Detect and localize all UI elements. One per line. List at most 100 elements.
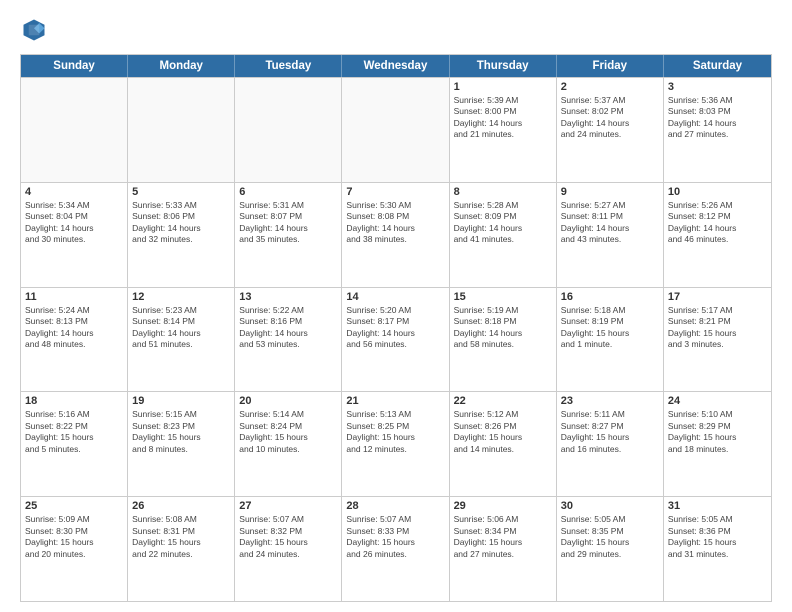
- date-number: 1: [454, 81, 552, 93]
- calendar-day-29: 29 Sunrise: 5:06 AM Sunset: 8:34 PM Dayli…: [450, 497, 557, 601]
- calendar-day-12: 12 Sunrise: 5:23 AM Sunset: 8:14 PM Dayli…: [128, 288, 235, 392]
- calendar-day-20: 20 Sunrise: 5:14 AM Sunset: 8:24 PM Dayli…: [235, 392, 342, 496]
- date-number: 18: [25, 395, 123, 407]
- cell-info: Sunrise: 5:11 AM Sunset: 8:27 PM Dayligh…: [561, 409, 659, 455]
- date-number: 5: [132, 186, 230, 198]
- calendar-day-empty: [342, 78, 449, 182]
- cell-info: Sunrise: 5:19 AM Sunset: 8:18 PM Dayligh…: [454, 305, 552, 351]
- cell-info: Sunrise: 5:36 AM Sunset: 8:03 PM Dayligh…: [668, 95, 767, 141]
- header: [20, 16, 772, 44]
- day-header-saturday: Saturday: [664, 55, 771, 77]
- cell-info: Sunrise: 5:08 AM Sunset: 8:31 PM Dayligh…: [132, 514, 230, 560]
- date-number: 4: [25, 186, 123, 198]
- date-number: 29: [454, 500, 552, 512]
- date-number: 13: [239, 291, 337, 303]
- date-number: 2: [561, 81, 659, 93]
- calendar-day-1: 1Sunrise: 5:39 AM Sunset: 8:00 PM Daylig…: [450, 78, 557, 182]
- date-number: 24: [668, 395, 767, 407]
- day-header-sunday: Sunday: [21, 55, 128, 77]
- day-header-tuesday: Tuesday: [235, 55, 342, 77]
- calendar-day-22: 22 Sunrise: 5:12 AM Sunset: 8:26 PM Dayli…: [450, 392, 557, 496]
- cell-info: Sunrise: 5:28 AM Sunset: 8:09 PM Dayligh…: [454, 200, 552, 246]
- calendar-body: 1Sunrise: 5:39 AM Sunset: 8:00 PM Daylig…: [21, 77, 771, 601]
- calendar-day-25: 25Sunrise: 5:09 AM Sunset: 8:30 PM Dayli…: [21, 497, 128, 601]
- day-header-wednesday: Wednesday: [342, 55, 449, 77]
- cell-info: Sunrise: 5:10 AM Sunset: 8:29 PM Dayligh…: [668, 409, 767, 455]
- cell-info: Sunrise: 5:16 AM Sunset: 8:22 PM Dayligh…: [25, 409, 123, 455]
- cell-info: Sunrise: 5:31 AM Sunset: 8:07 PM Dayligh…: [239, 200, 337, 246]
- calendar-day-5: 5 Sunrise: 5:33 AM Sunset: 8:06 PM Daylig…: [128, 183, 235, 287]
- cell-info: Sunrise: 5:06 AM Sunset: 8:34 PM Dayligh…: [454, 514, 552, 560]
- cell-info: Sunrise: 5:30 AM Sunset: 8:08 PM Dayligh…: [346, 200, 444, 246]
- date-number: 25: [25, 500, 123, 512]
- calendar-day-empty: [21, 78, 128, 182]
- calendar-row-4: 18 Sunrise: 5:16 AM Sunset: 8:22 PM Dayli…: [21, 391, 771, 496]
- cell-info: Sunrise: 5:37 AM Sunset: 8:02 PM Dayligh…: [561, 95, 659, 141]
- calendar-day-27: 27 Sunrise: 5:07 AM Sunset: 8:32 PM Dayli…: [235, 497, 342, 601]
- date-number: 30: [561, 500, 659, 512]
- cell-info: Sunrise: 5:05 AM Sunset: 8:35 PM Dayligh…: [561, 514, 659, 560]
- date-number: 16: [561, 291, 659, 303]
- calendar-row-2: 4 Sunrise: 5:34 AM Sunset: 8:04 PM Daylig…: [21, 182, 771, 287]
- date-number: 3: [668, 81, 767, 93]
- calendar-day-23: 23 Sunrise: 5:11 AM Sunset: 8:27 PM Dayli…: [557, 392, 664, 496]
- date-number: 26: [132, 500, 230, 512]
- date-number: 23: [561, 395, 659, 407]
- cell-info: Sunrise: 5:33 AM Sunset: 8:06 PM Dayligh…: [132, 200, 230, 246]
- calendar-day-28: 28 Sunrise: 5:07 AM Sunset: 8:33 PM Dayli…: [342, 497, 449, 601]
- cell-info: Sunrise: 5:17 AM Sunset: 8:21 PM Dayligh…: [668, 305, 767, 351]
- date-number: 27: [239, 500, 337, 512]
- date-number: 8: [454, 186, 552, 198]
- calendar-row-5: 25Sunrise: 5:09 AM Sunset: 8:30 PM Dayli…: [21, 496, 771, 601]
- calendar-row-3: 11 Sunrise: 5:24 AM Sunset: 8:13 PM Dayli…: [21, 287, 771, 392]
- date-number: 9: [561, 186, 659, 198]
- cell-info: Sunrise: 5:20 AM Sunset: 8:17 PM Dayligh…: [346, 305, 444, 351]
- calendar-day-15: 15 Sunrise: 5:19 AM Sunset: 8:18 PM Dayli…: [450, 288, 557, 392]
- cell-info: Sunrise: 5:07 AM Sunset: 8:33 PM Dayligh…: [346, 514, 444, 560]
- date-number: 21: [346, 395, 444, 407]
- date-number: 12: [132, 291, 230, 303]
- cell-info: Sunrise: 5:23 AM Sunset: 8:14 PM Dayligh…: [132, 305, 230, 351]
- logo-icon: [20, 16, 48, 44]
- date-number: 20: [239, 395, 337, 407]
- calendar-day-24: 24 Sunrise: 5:10 AM Sunset: 8:29 PM Dayli…: [664, 392, 771, 496]
- date-number: 31: [668, 500, 767, 512]
- calendar-day-2: 2 Sunrise: 5:37 AM Sunset: 8:02 PM Daylig…: [557, 78, 664, 182]
- calendar-row-1: 1Sunrise: 5:39 AM Sunset: 8:00 PM Daylig…: [21, 77, 771, 182]
- cell-info: Sunrise: 5:34 AM Sunset: 8:04 PM Dayligh…: [25, 200, 123, 246]
- date-number: 6: [239, 186, 337, 198]
- logo: [20, 16, 52, 44]
- calendar: SundayMondayTuesdayWednesdayThursdayFrid…: [20, 54, 772, 602]
- calendar-day-11: 11 Sunrise: 5:24 AM Sunset: 8:13 PM Dayli…: [21, 288, 128, 392]
- date-number: 14: [346, 291, 444, 303]
- date-number: 15: [454, 291, 552, 303]
- cell-info: Sunrise: 5:13 AM Sunset: 8:25 PM Dayligh…: [346, 409, 444, 455]
- cell-info: Sunrise: 5:14 AM Sunset: 8:24 PM Dayligh…: [239, 409, 337, 455]
- calendar-day-7: 7 Sunrise: 5:30 AM Sunset: 8:08 PM Daylig…: [342, 183, 449, 287]
- date-number: 11: [25, 291, 123, 303]
- page: SundayMondayTuesdayWednesdayThursdayFrid…: [0, 0, 792, 612]
- cell-info: Sunrise: 5:22 AM Sunset: 8:16 PM Dayligh…: [239, 305, 337, 351]
- calendar-day-4: 4 Sunrise: 5:34 AM Sunset: 8:04 PM Daylig…: [21, 183, 128, 287]
- day-header-monday: Monday: [128, 55, 235, 77]
- date-number: 17: [668, 291, 767, 303]
- calendar-day-16: 16Sunrise: 5:18 AM Sunset: 8:19 PM Dayli…: [557, 288, 664, 392]
- calendar-day-10: 10Sunrise: 5:26 AM Sunset: 8:12 PM Dayli…: [664, 183, 771, 287]
- cell-info: Sunrise: 5:05 AM Sunset: 8:36 PM Dayligh…: [668, 514, 767, 560]
- calendar-day-9: 9Sunrise: 5:27 AM Sunset: 8:11 PM Daylig…: [557, 183, 664, 287]
- cell-info: Sunrise: 5:15 AM Sunset: 8:23 PM Dayligh…: [132, 409, 230, 455]
- calendar-day-8: 8 Sunrise: 5:28 AM Sunset: 8:09 PM Daylig…: [450, 183, 557, 287]
- calendar-day-13: 13 Sunrise: 5:22 AM Sunset: 8:16 PM Dayli…: [235, 288, 342, 392]
- day-header-friday: Friday: [557, 55, 664, 77]
- date-number: 22: [454, 395, 552, 407]
- calendar-day-30: 30 Sunrise: 5:05 AM Sunset: 8:35 PM Dayli…: [557, 497, 664, 601]
- cell-info: Sunrise: 5:26 AM Sunset: 8:12 PM Dayligh…: [668, 200, 767, 246]
- cell-info: Sunrise: 5:07 AM Sunset: 8:32 PM Dayligh…: [239, 514, 337, 560]
- calendar-day-26: 26 Sunrise: 5:08 AM Sunset: 8:31 PM Dayli…: [128, 497, 235, 601]
- cell-info: Sunrise: 5:24 AM Sunset: 8:13 PM Dayligh…: [25, 305, 123, 351]
- calendar-day-empty: [235, 78, 342, 182]
- date-number: 7: [346, 186, 444, 198]
- calendar-day-18: 18 Sunrise: 5:16 AM Sunset: 8:22 PM Dayli…: [21, 392, 128, 496]
- date-number: 28: [346, 500, 444, 512]
- cell-info: Sunrise: 5:12 AM Sunset: 8:26 PM Dayligh…: [454, 409, 552, 455]
